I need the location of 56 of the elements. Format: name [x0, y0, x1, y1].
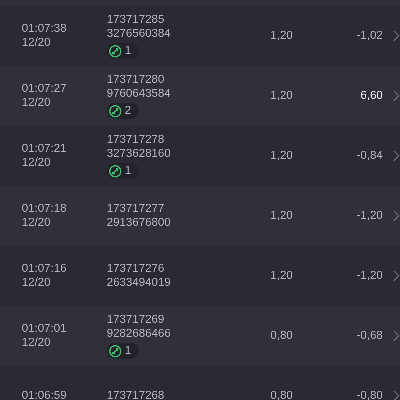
bet-row[interactable]: 01:07:18 12/20 173717277 2913676800 1,20 -1,20: [0, 186, 400, 246]
result-amount: -1,02: [356, 30, 383, 42]
bet-date: 12/20: [22, 36, 52, 50]
bet-time: 01:07:21: [22, 142, 68, 156]
link-icon: [109, 344, 122, 358]
stake-amount: 0,80: [270, 330, 293, 342]
bet-time: 01:07:18: [22, 202, 68, 216]
result-amount: 6,60: [360, 90, 383, 102]
bet-id: 173717278: [107, 133, 165, 147]
bet-id: 2913676800: [107, 216, 171, 230]
bet-time: 01:06:59: [22, 389, 68, 400]
bet-id: 2633494019: [107, 276, 171, 290]
result-amount: -1,20: [356, 210, 383, 222]
bet-id: 3276560384: [107, 27, 171, 41]
bet-time: 01:07:27: [22, 82, 68, 96]
bet-id: 173717276: [107, 262, 165, 276]
bet-id: 173717277: [107, 202, 165, 216]
stake-amount: 1,20: [270, 90, 293, 102]
bet-date: 12/20: [22, 216, 52, 230]
bet-date: 12/20: [22, 276, 52, 290]
bet-date: 12/20: [22, 336, 52, 350]
bet-id: 9760643584: [107, 87, 171, 101]
result-amount: -1,20: [356, 270, 383, 282]
bet-id: 173717285: [107, 13, 165, 27]
bet-time: 01:07:16: [22, 262, 68, 276]
link-icon: [109, 104, 122, 118]
chevron-right-icon: [393, 330, 400, 342]
bet-time: 01:07:38: [22, 22, 68, 36]
bet-time: 01:07:01: [22, 322, 68, 336]
result-amount: -0,84: [356, 150, 383, 162]
link-icon: [109, 164, 122, 178]
multiplier-badge: 1: [107, 163, 140, 179]
multiplier-badge: 1: [107, 343, 140, 359]
bet-id: 9282686466: [107, 327, 171, 341]
multiplier-badge: 2: [107, 103, 140, 119]
stake-amount: 1,20: [270, 210, 293, 222]
bet-row[interactable]: 01:07:27 12/20 173717280 9760643584 2 1,20 6,60: [0, 66, 400, 126]
multiplier-badge: 1: [107, 43, 140, 59]
stake-amount: 1,20: [270, 270, 293, 282]
bet-id: 173717269: [107, 313, 165, 327]
bet-date: 12/20: [22, 96, 52, 110]
chevron-right-icon: [393, 90, 400, 102]
stake-amount: 1,20: [270, 30, 293, 42]
bet-row[interactable]: 01:07:01 12/20 173717269 9282686466 1 0,80 -0,68: [0, 306, 400, 366]
bet-id: 3273628160: [107, 147, 171, 161]
link-icon: [109, 44, 122, 58]
chevron-right-icon: [393, 150, 400, 162]
bet-id: 173717280: [107, 73, 165, 87]
result-amount: -0,68: [356, 330, 383, 342]
chevron-right-icon: [393, 210, 400, 222]
chevron-right-icon: [393, 270, 400, 282]
chevron-right-icon: [393, 30, 400, 42]
stake-amount: 1,20: [270, 150, 293, 162]
bet-id: 173717268: [107, 389, 165, 400]
chevron-right-icon: [393, 390, 400, 400]
bet-date: 12/20: [22, 156, 52, 170]
